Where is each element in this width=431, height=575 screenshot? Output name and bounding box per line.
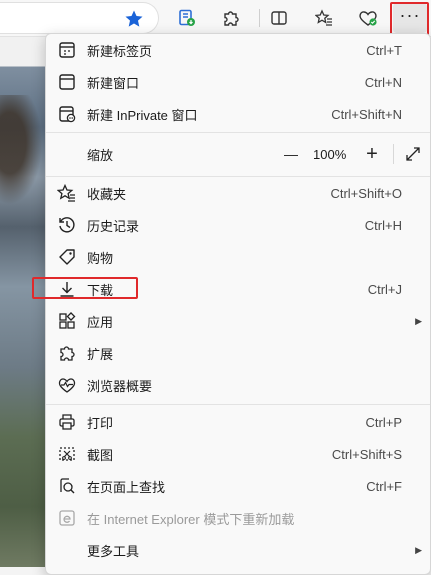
new-window-label: 新建窗口	[87, 75, 140, 91]
favorites-shortcut: Ctrl+Shift+O	[330, 185, 402, 201]
downloads-shortcut: Ctrl+J	[367, 281, 402, 297]
extensions-puzzle-icon[interactable]	[218, 5, 244, 31]
new-tab-label: 新建标签页	[87, 43, 153, 59]
submenu-arrow-icon: ▶	[415, 544, 422, 555]
screenshot-shortcut: Ctrl+Shift+S	[331, 446, 402, 462]
menu-item-new-inprivate[interactable]: 新建 InPrivate 窗口 Ctrl+Shift+N	[46, 98, 430, 130]
browser-essentials-icon[interactable]	[355, 5, 381, 31]
apps-icon	[59, 312, 76, 329]
zoom-in-icon: +	[366, 142, 378, 165]
menu-item-more-tools[interactable]: 更多工具 ▶	[46, 534, 430, 566]
new-inprivate-label: 新建 InPrivate 窗口	[87, 107, 198, 123]
menu-item-browser-essentials[interactable]: 浏览器概要	[46, 369, 430, 401]
menu-item-history[interactable]: 历史记录 Ctrl+H	[46, 209, 430, 241]
toolbar-divider	[259, 9, 260, 27]
history-label: 历史记录	[87, 218, 140, 234]
print-label: 打印	[87, 415, 114, 431]
screenshot-icon	[59, 447, 75, 461]
browser-essentials-heart-icon	[58, 378, 76, 393]
new-tab-icon	[59, 42, 75, 58]
find-on-page-shortcut: Ctrl+F	[366, 478, 402, 494]
menu-item-find-on-page[interactable]: 在页面上查找 Ctrl+F	[46, 470, 430, 502]
background-tree	[0, 95, 48, 215]
favorites-icon	[57, 183, 75, 202]
browser-toolbar: ···	[0, 0, 431, 37]
find-on-page-icon	[60, 478, 75, 494]
internet-explorer-icon	[59, 510, 75, 526]
new-tab-shortcut: Ctrl+T	[366, 42, 402, 58]
submenu-arrow-icon: ▶	[415, 315, 422, 326]
menu-item-print[interactable]: 打印 Ctrl+P	[46, 406, 430, 438]
zoom-out-icon: —	[284, 146, 298, 162]
inprivate-window-icon	[59, 106, 76, 123]
reading-shield-icon[interactable]	[174, 5, 200, 31]
new-window-icon	[59, 74, 75, 90]
menu-item-zoom: 缩放 — 100% +	[46, 138, 430, 170]
menu-item-extensions[interactable]: 扩展	[46, 337, 430, 369]
menu-item-screenshot[interactable]: 截图 Ctrl+Shift+S	[46, 438, 430, 470]
history-icon	[59, 217, 75, 233]
address-bar[interactable]	[0, 2, 159, 34]
downloads-highlight	[32, 277, 138, 299]
browser-essentials-label: 浏览器概要	[87, 378, 153, 394]
full-screen-button[interactable]	[401, 138, 425, 170]
print-icon	[59, 414, 75, 430]
shopping-label: 购物	[87, 250, 114, 266]
favorite-star-icon[interactable]	[124, 9, 144, 29]
ie-mode-label: 在 Internet Explorer 模式下重新加载	[87, 511, 295, 527]
new-window-shortcut: Ctrl+N	[364, 74, 402, 90]
favorites-label: 收藏夹	[87, 186, 127, 202]
extensions-label: 扩展	[87, 346, 114, 362]
zoom-level: 100%	[313, 146, 347, 162]
menu-item-apps[interactable]: 应用 ▶	[46, 305, 430, 337]
menu-item-ie-mode: 在 Internet Explorer 模式下重新加载	[46, 502, 430, 534]
full-screen-icon	[406, 147, 420, 161]
menu-item-new-window[interactable]: 新建窗口 Ctrl+N	[46, 66, 430, 98]
zoom-out-button[interactable]: —	[278, 138, 304, 170]
extensions-icon	[60, 346, 75, 361]
settings-and-more-menu: 新建标签页 Ctrl+T 新建窗口 Ctrl+N 新建 InPrivate 窗口…	[45, 33, 431, 575]
menu-divider	[46, 404, 430, 405]
history-shortcut: Ctrl+H	[364, 217, 402, 233]
split-screen-icon[interactable]	[266, 5, 292, 31]
shopping-tag-icon	[59, 249, 75, 265]
print-shortcut: Ctrl+P	[365, 414, 402, 430]
zoom-in-button[interactable]: +	[359, 138, 385, 170]
new-inprivate-shortcut: Ctrl+Shift+N	[331, 106, 402, 122]
zoom-divider	[393, 144, 394, 164]
find-on-page-label: 在页面上查找	[87, 479, 166, 495]
favorites-list-icon[interactable]	[311, 5, 337, 31]
menu-item-favorites[interactable]: 收藏夹 Ctrl+Shift+O	[46, 177, 430, 209]
apps-label: 应用	[87, 314, 114, 330]
menu-divider	[46, 132, 430, 133]
menu-item-new-tab[interactable]: 新建标签页 Ctrl+T	[46, 34, 430, 66]
more-tools-label: 更多工具	[87, 543, 140, 559]
menu-item-shopping[interactable]: 购物	[46, 241, 430, 273]
zoom-label: 缩放	[87, 147, 114, 163]
screenshot-label: 截图	[87, 447, 114, 463]
